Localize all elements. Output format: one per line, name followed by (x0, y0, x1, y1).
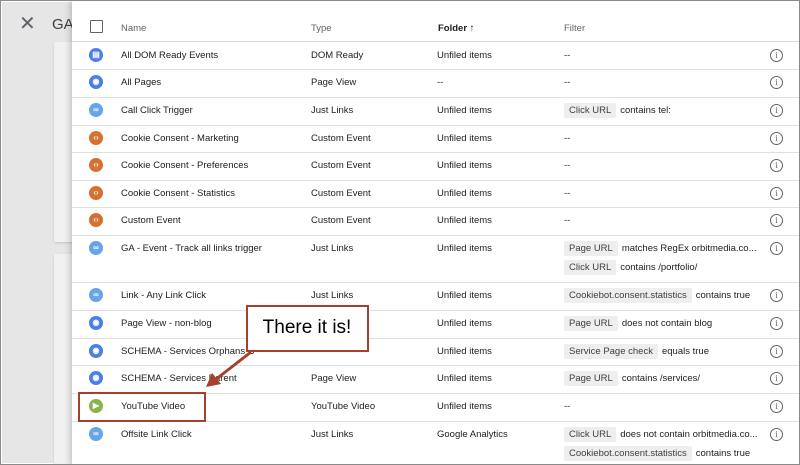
callout-box: There it is! (246, 305, 369, 352)
screenshot-frame: ✕ GA Name Type Folder ↑ Filter ▤ All DOM … (0, 0, 800, 465)
callout-arrow (206, 350, 252, 387)
callout-text: There it is! (262, 317, 352, 338)
